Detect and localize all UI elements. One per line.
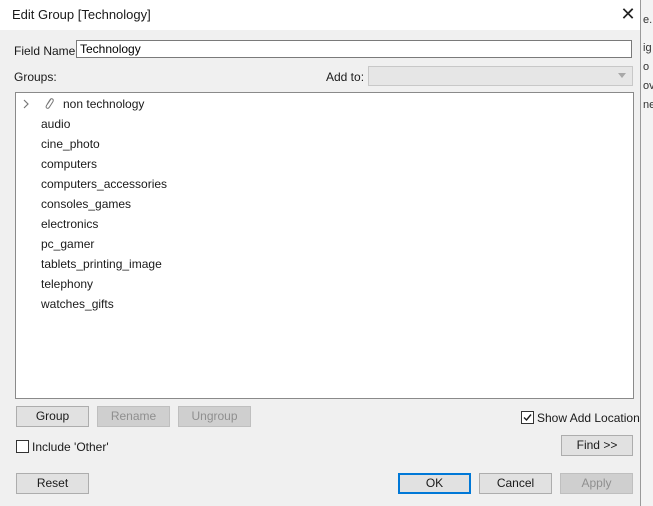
- list-item[interactable]: pc_gamer: [41, 234, 94, 254]
- list-item[interactable]: computers: [41, 154, 97, 174]
- apply-button[interactable]: Apply: [560, 473, 633, 494]
- background-text: o: [643, 61, 650, 73]
- list-item[interactable]: computers_accessories: [41, 174, 167, 194]
- check-icon: [523, 414, 532, 422]
- show-add-location-label: Show Add Location: [537, 411, 640, 425]
- list-item[interactable]: audio: [41, 114, 70, 134]
- list-item[interactable]: consoles_games: [41, 194, 131, 214]
- field-name-label: Field Name:: [14, 44, 79, 58]
- field-name-input[interactable]: [76, 40, 632, 58]
- list-item[interactable]: tablets_printing_image: [41, 254, 162, 274]
- groups-tree[interactable]: non technology audio cine_photo computer…: [15, 92, 634, 399]
- edit-group-dialog: Edit Group [Technology] ✕ Field Name: Gr…: [0, 0, 641, 506]
- ok-button[interactable]: OK: [398, 473, 471, 494]
- ungroup-button[interactable]: Ungroup: [178, 406, 251, 427]
- show-add-location-checkbox[interactable]: [521, 411, 534, 424]
- add-to-dropdown[interactable]: [368, 66, 633, 86]
- include-other-checkbox[interactable]: [16, 440, 29, 453]
- list-item[interactable]: cine_photo: [41, 134, 100, 154]
- title-bar: Edit Group [Technology] ✕: [0, 0, 640, 30]
- cancel-button[interactable]: Cancel: [479, 473, 552, 494]
- group-button[interactable]: Group: [16, 406, 89, 427]
- include-other-label: Include 'Other': [32, 440, 109, 454]
- background-text: ig: [643, 42, 652, 54]
- paperclip-icon: [43, 94, 55, 114]
- dialog-title: Edit Group [Technology]: [12, 7, 151, 22]
- find-button[interactable]: Find >>: [561, 435, 633, 456]
- list-item[interactable]: telephony: [41, 274, 93, 294]
- reset-button[interactable]: Reset: [16, 473, 89, 494]
- background-text: ov: [643, 80, 653, 92]
- background-window: e. ig o ov ne: [640, 0, 653, 506]
- close-icon[interactable]: ✕: [616, 3, 640, 25]
- list-item[interactable]: electronics: [41, 214, 98, 234]
- tree-group-row[interactable]: non technology: [16, 94, 316, 114]
- chevron-down-icon: [618, 73, 626, 78]
- add-to-label: Add to:: [326, 70, 365, 84]
- list-item[interactable]: watches_gifts: [41, 294, 114, 314]
- groups-label: Groups:: [14, 70, 57, 84]
- group-label: non technology: [63, 97, 145, 111]
- background-text: ne: [643, 99, 653, 111]
- background-text: e.: [643, 14, 653, 26]
- chevron-right-icon[interactable]: [22, 94, 32, 114]
- rename-button[interactable]: Rename: [97, 406, 170, 427]
